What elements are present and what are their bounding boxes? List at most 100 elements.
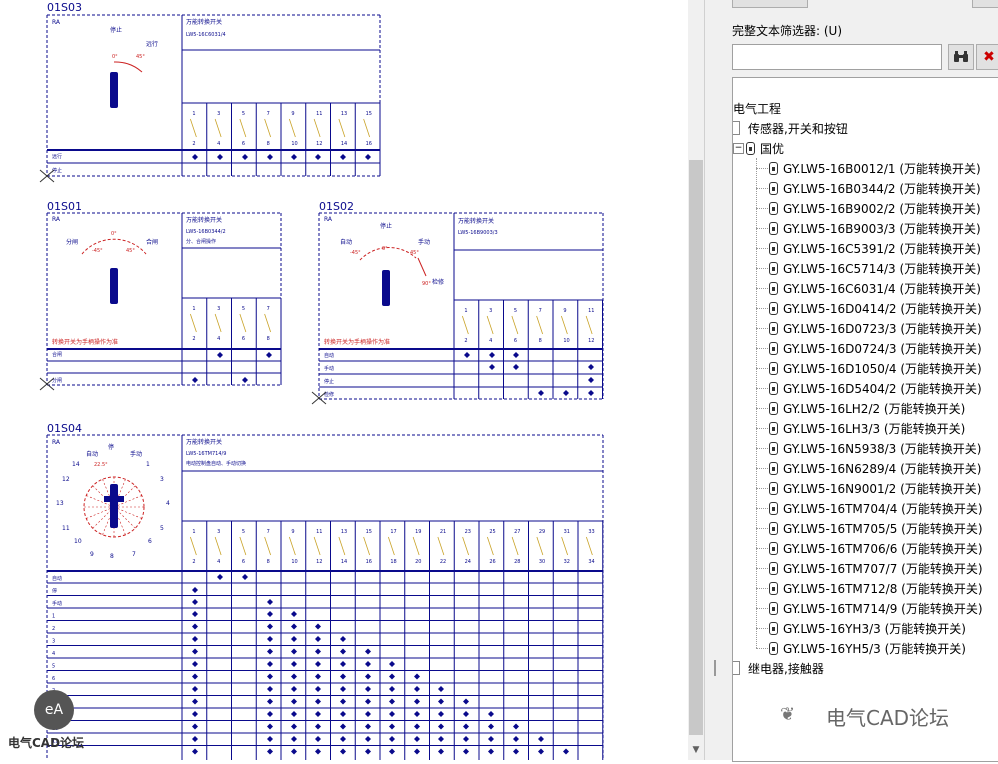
contact-number: 12 [588, 338, 594, 344]
top-button-1[interactable] [732, 0, 808, 8]
clear-filter-button[interactable]: ✖ [976, 44, 998, 70]
part-lock-icon [769, 621, 778, 635]
tree-item[interactable]: GY.LW5-16C6031/4 (万能转换开关) [769, 278, 981, 298]
contact-dot [242, 574, 248, 580]
contact-dot [267, 711, 273, 717]
contact-dot [389, 736, 395, 742]
tree-item[interactable]: GY.LW5-16D1050/4 (万能转换开关) [769, 358, 982, 378]
panel-splitter-grip [714, 660, 716, 676]
contact-dot [588, 377, 594, 383]
contact-number: 10 [291, 141, 297, 147]
contact-dot [340, 636, 346, 642]
position-label: 远行 [146, 40, 158, 48]
panel-splitter[interactable] [704, 0, 725, 760]
angle-label: 0° [111, 231, 117, 237]
contact-number: 1 [192, 111, 195, 117]
contact-dot [315, 711, 321, 717]
contact-number: 4 [217, 141, 220, 147]
tree-item[interactable]: GY.LW5-16TM704/4 (万能转换开关) [769, 498, 983, 518]
contact-symbol [536, 536, 544, 556]
position-number: 9 [90, 551, 94, 558]
tree-item[interactable]: GY.LW5-16LH2/2 (万能转换开关) [769, 398, 965, 418]
tree-guide-line [756, 308, 768, 309]
tree-guide-line [756, 188, 768, 189]
tree-next-category[interactable]: 继电器,接触器 [733, 658, 824, 678]
contact-dot [315, 748, 321, 755]
position-label: 分闸 [66, 238, 78, 246]
tree-item[interactable]: GY.LW5-16TM706/6 (万能转换开关) [769, 538, 983, 558]
tree-item[interactable]: GY.LW5-16B0344/2 (万能转换开关) [769, 178, 981, 198]
tree-vendor[interactable]: − 国优 [733, 138, 784, 158]
contact-symbol [585, 536, 593, 556]
tree-item[interactable]: GY.LW5-16B9003/3 (万能转换开关) [769, 218, 981, 238]
canvas-vertical-scrollbar[interactable]: ▼ [688, 0, 704, 760]
contact-dot [315, 698, 321, 705]
contact-number: 3 [489, 308, 492, 314]
tree-item-label: GY.LW5-16TM705/5 (万能转换开关) [783, 521, 983, 536]
tree-item[interactable]: GY.LW5-16C5714/3 (万能转换开关) [769, 258, 981, 278]
tree-item[interactable]: GY.LW5-16C5391/2 (万能转换开关) [769, 238, 981, 258]
tree-root[interactable]: 电气工程 [733, 98, 781, 118]
tree-item[interactable]: GY.LW5-16YH5/3 (万能转换开关) [769, 638, 966, 658]
contact-number: 8 [539, 338, 542, 344]
tree-item-label: GY.LW5-16D5404/2 (万能转换开关) [783, 381, 982, 396]
contact-dot [267, 686, 273, 692]
contact-symbol [387, 536, 395, 556]
contact-symbol [338, 118, 346, 138]
tree-item[interactable]: GY.LW5-16LH3/3 (万能转换开关) [769, 418, 965, 438]
scroll-down-arrow-icon[interactable]: ▼ [688, 742, 704, 758]
contact-number: 11 [316, 111, 322, 117]
contact-number: 1 [192, 529, 195, 535]
filter-input[interactable] [732, 44, 942, 70]
part-lock-icon [769, 481, 778, 495]
contact-number: 2 [192, 336, 195, 342]
contact-number: 1 [192, 306, 195, 312]
tree-vendor-label: 国优 [760, 141, 785, 156]
tree-item[interactable]: GY.LW5-16B0012/1 (万能转换开关) [769, 158, 981, 178]
tree-guide-line [756, 228, 768, 229]
handle-body [382, 270, 390, 306]
tree-item[interactable]: GY.LW5-16B9002/2 (万能转换开关) [769, 198, 981, 218]
handle-label: RA [52, 216, 61, 223]
top-button-2[interactable] [972, 0, 998, 8]
contact-number: 9 [291, 529, 294, 535]
tree-category[interactable]: 传感器,开关和按钮 [733, 118, 848, 138]
contact-number: 15 [366, 529, 372, 535]
contact-dot [365, 723, 371, 730]
tree-item[interactable]: GY.LW5-16N5938/3 (万能转换开关) [769, 438, 981, 458]
drawing-canvas[interactable]: 01S03 RA 停止 远行 45° 0° 万能转换开关 LW5-16C6031/4 1 2 3 4 5… [0, 0, 688, 760]
tree-item[interactable]: GY.LW5-16N9001/2 (万能转换开关) [769, 478, 981, 498]
contact-symbol [536, 315, 544, 335]
contact-dot [463, 723, 469, 730]
tree-item[interactable]: GY.LW5-16D5404/2 (万能转换开关) [769, 378, 982, 398]
contact-dot [242, 377, 248, 383]
contact-dot [438, 736, 444, 742]
contact-number: 26 [489, 559, 495, 565]
part-lock-icon [769, 201, 778, 215]
contact-dot [438, 748, 444, 755]
tree-collapse-icon[interactable]: − [733, 142, 744, 154]
contact-dot [192, 711, 198, 717]
contact-number: 4 [217, 336, 220, 342]
tree-item[interactable]: GY.LW5-16TM707/7 (万能转换开关) [769, 558, 983, 578]
contact-number: 19 [415, 529, 421, 535]
parts-tree[interactable]: 电气工程 传感器,开关和按钮 − 国优 GY.LW5-16B0012/1 (万能… [732, 77, 998, 762]
tree-item[interactable]: GY.LW5-16D0723/3 (万能转换开关) [769, 318, 982, 338]
binoculars-search-button[interactable] [948, 44, 974, 70]
tree-item[interactable]: GY.LW5-16TM712/8 (万能转换开关) [769, 578, 983, 598]
tree-expander-icon[interactable] [733, 121, 740, 135]
angle-label: -45° [350, 250, 361, 256]
tree-item[interactable]: GY.LW5-16D0414/2 (万能转换开关) [769, 298, 982, 318]
tree-item[interactable]: GY.LW5-16YH3/3 (万能转换开关) [769, 618, 966, 638]
tree-item[interactable]: GY.LW5-16TM714/9 (万能转换开关) [769, 598, 983, 618]
tree-item[interactable]: GY.LW5-16N6289/4 (万能转换开关) [769, 458, 981, 478]
contact-symbol [264, 118, 272, 138]
scrollbar-thumb[interactable] [689, 160, 703, 735]
tree-item[interactable]: GY.LW5-16D0724/3 (万能转换开关) [769, 338, 982, 358]
part-lock-icon [769, 241, 778, 255]
contact-number: 34 [588, 559, 594, 565]
contact-number: 14 [341, 559, 347, 565]
tree-expander-icon[interactable] [733, 661, 740, 675]
tree-item[interactable]: GY.LW5-16TM705/5 (万能转换开关) [769, 518, 983, 538]
angle-label: -45° [92, 248, 103, 254]
